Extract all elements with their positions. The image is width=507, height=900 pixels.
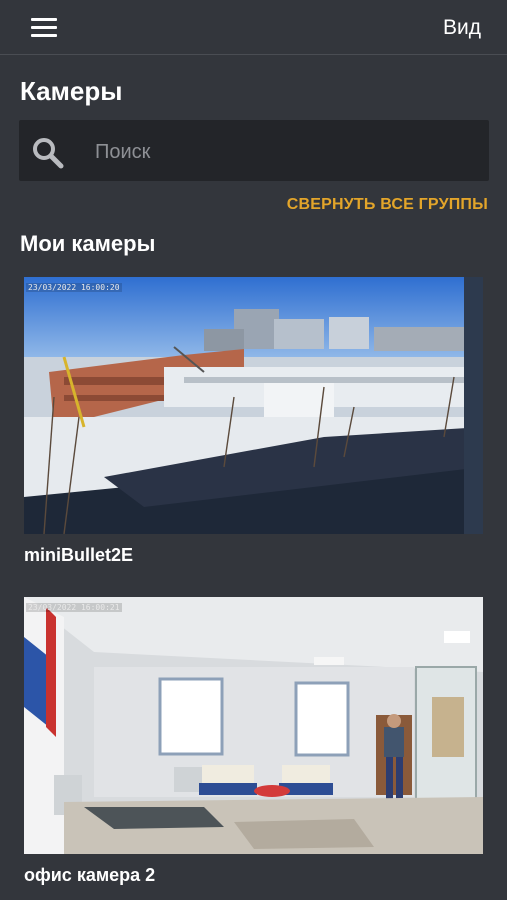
camera-timestamp: 23/03/2022 16:00:21	[26, 603, 122, 612]
view-button[interactable]: Вид	[443, 16, 481, 40]
camera-preview-image[interactable]: 23/03/2022 16:00:20	[24, 277, 483, 534]
camera-name: miniBullet2E	[24, 545, 134, 565]
search-icon	[33, 138, 64, 169]
collapse-all-groups-button[interactable]: СВЕРНУТЬ ВСЕ ГРУППЫ	[287, 196, 488, 214]
search-bar[interactable]	[19, 120, 489, 181]
page-title: Камеры	[20, 76, 123, 106]
hamburger-menu-icon[interactable]	[31, 18, 57, 37]
camera-timestamp: 23/03/2022 16:00:20	[26, 283, 122, 292]
section-title-my-cameras: Мои камеры	[20, 231, 156, 256]
top-app-bar: Вид	[0, 0, 507, 55]
camera-name: офис камера 2	[24, 865, 156, 885]
search-input[interactable]	[93, 136, 477, 168]
camera-preview-image[interactable]: 23/03/2022 16:00:21	[24, 597, 483, 854]
